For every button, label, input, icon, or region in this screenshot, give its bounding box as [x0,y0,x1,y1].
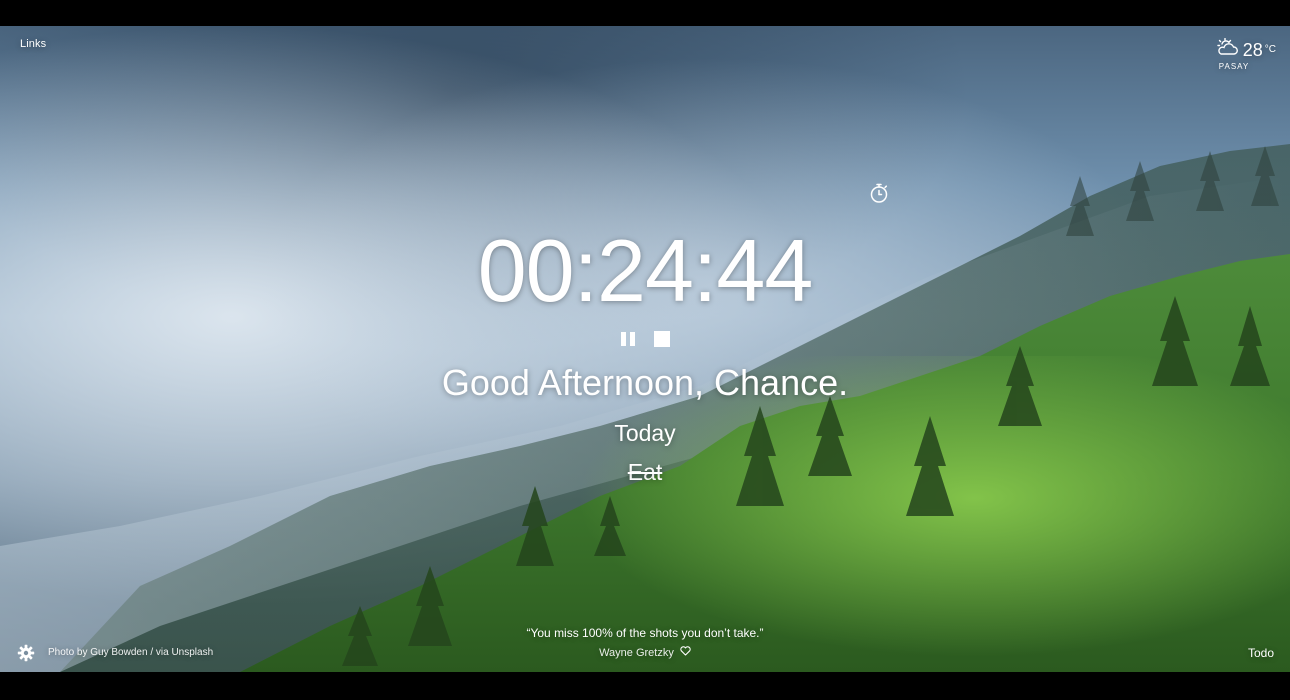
stopwatch-icon[interactable] [868,182,890,204]
greeting-text: Good Afternoon, Chance. [441,362,849,403]
source-link[interactable]: Unsplash [171,647,213,658]
partly-cloudy-day-icon [1215,37,1239,61]
credit-prefix: Photo by [48,647,88,658]
heart-icon[interactable] [680,646,691,660]
photographer-link[interactable]: Guy Bowden [90,647,147,658]
weather-temperature: 28 [1242,39,1263,60]
timer-display: 00:24:44 [477,221,814,320]
gear-icon[interactable] [17,644,35,662]
background-photo: Links 28 °C PASAY 00:24:44 Good Afternoo… [0,26,1290,672]
weather-unit: °C [1264,44,1276,55]
photo-credit: Photo by Guy Bowden / via Unsplash [48,646,213,660]
weather-location: PASAY [1218,62,1250,71]
weather-widget[interactable]: 28 °C PASAY [1215,37,1276,71]
pause-icon[interactable] [619,331,637,347]
forest-landscape-image [0,26,1290,672]
app-window: Links 28 °C PASAY 00:24:44 Good Afternoo… [0,0,1290,700]
focus-label: Today [614,420,676,446]
quote-author: Wayne Gretzky [599,647,674,659]
focus-task[interactable]: Eat [0,458,1290,486]
stop-icon[interactable] [653,331,671,347]
credit-via: / via [150,647,169,658]
weather-row: 28 °C [1215,37,1276,61]
links-button[interactable]: Links [20,38,46,50]
quote-text: “You miss 100% of the shots you don’t ta… [526,626,764,640]
todo-button[interactable]: Todo [1248,646,1274,660]
timer-controls [0,331,1290,347]
